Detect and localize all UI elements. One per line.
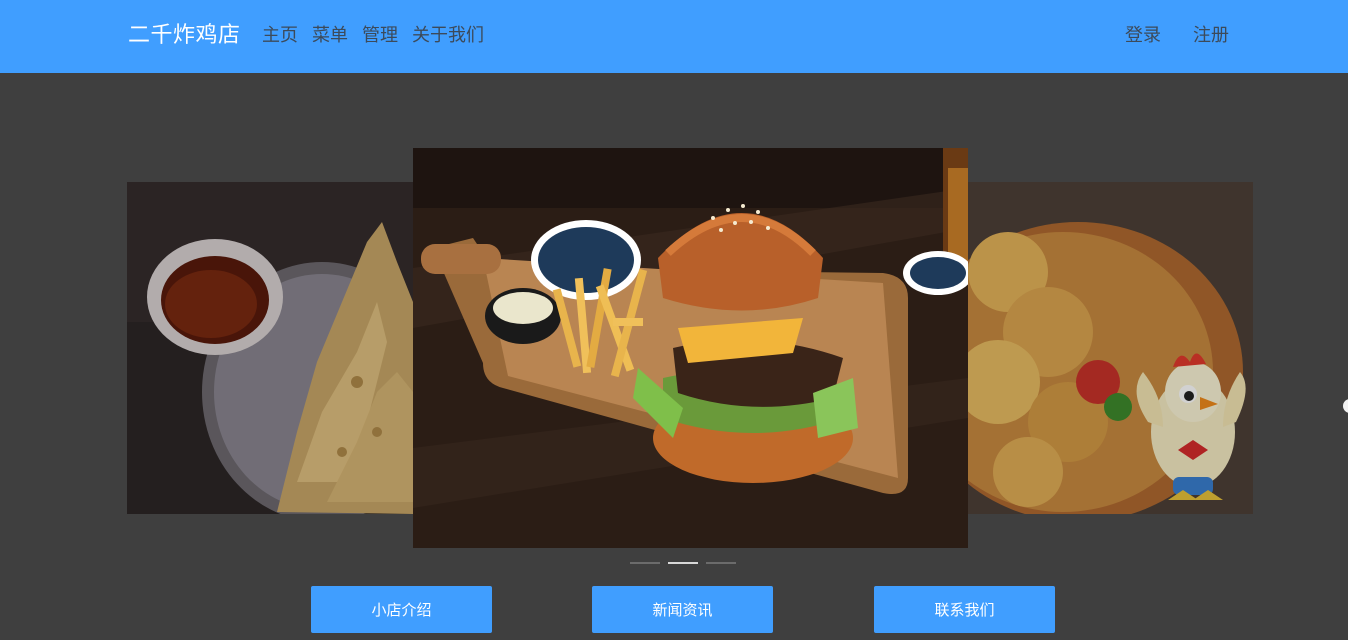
- nav-menu-link[interactable]: 菜单: [312, 24, 348, 48]
- top-navbar: 二千炸鸡店 主页 菜单 管理 关于我们 登录 注册: [0, 0, 1348, 73]
- auth-links: 登录 注册: [1125, 24, 1229, 48]
- news-button[interactable]: 新闻资讯: [592, 586, 773, 633]
- brand-logo-text[interactable]: 二千炸鸡店: [128, 21, 241, 51]
- carousel-slide-burger[interactable]: [413, 148, 968, 548]
- carousel-indicator-1[interactable]: [630, 562, 660, 564]
- register-link[interactable]: 注册: [1193, 24, 1229, 48]
- image-carousel: [0, 73, 1348, 578]
- nav-home-link[interactable]: 主页: [262, 24, 298, 48]
- contact-us-button[interactable]: 联系我们: [874, 586, 1055, 633]
- nav-manage-link[interactable]: 管理: [362, 24, 398, 48]
- carousel-slide-fried-chicken[interactable]: [968, 182, 1253, 514]
- login-link[interactable]: 登录: [1125, 24, 1161, 48]
- carousel-indicators: [630, 562, 736, 564]
- carousel-indicator-3[interactable]: [706, 562, 736, 564]
- main-nav: 主页 菜单 管理 关于我们: [262, 24, 484, 48]
- burger-image: [413, 148, 968, 548]
- nav-about-link[interactable]: 关于我们: [412, 24, 484, 48]
- carousel-slide-tempura[interactable]: [127, 182, 413, 514]
- carousel-indicator-2[interactable]: [668, 562, 698, 564]
- shop-intro-button[interactable]: 小店介绍: [311, 586, 492, 633]
